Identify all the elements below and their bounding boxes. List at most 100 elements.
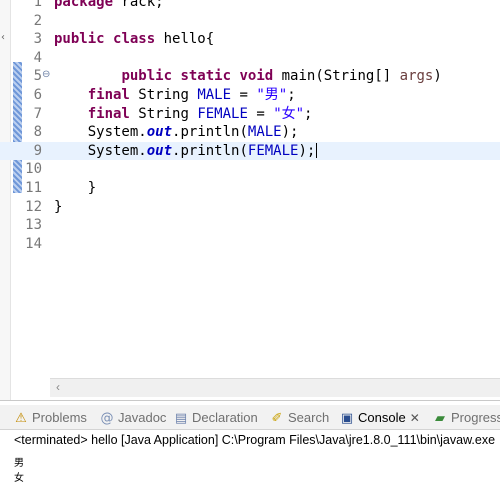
editor-horizontal-scrollbar[interactable]: ‹: [50, 378, 500, 397]
code-token: .println(: [172, 142, 248, 159]
code-token: System.: [54, 124, 147, 141]
code-token: =: [247, 105, 274, 122]
line-number: 12: [25, 198, 42, 215]
tab-label: Declaration: [192, 410, 258, 425]
code-text: }: [54, 179, 96, 198]
line-number: 13: [25, 217, 42, 234]
code-token: rack;: [121, 0, 164, 10]
line-number: 11: [25, 180, 42, 196]
code-text: public static void main(String[] args): [54, 67, 442, 86]
panel-tab-bar: ⚠ Problems @ Javadoc ▤ Declaration ✐ Search ▣ Con…: [0, 405, 500, 430]
code-token: package: [54, 0, 122, 10]
code-token: MALE: [247, 124, 282, 141]
line-number: 6: [33, 87, 42, 103]
line-number: 1: [33, 0, 42, 10]
code-line[interactable]: 12}: [0, 198, 500, 217]
tab-declaration[interactable]: ▤ Declaration: [174, 409, 258, 427]
code-token: ;: [287, 87, 296, 103]
code-text: package rack;: [54, 0, 164, 12]
code-line[interactable]: 2: [0, 12, 500, 31]
code-token: public: [54, 31, 114, 48]
fold-toggle-icon[interactable]: ⊖: [42, 66, 50, 85]
code-line[interactable]: 1 package rack;: [0, 0, 500, 12]
code-token: class: [113, 31, 164, 48]
code-token: }: [54, 198, 63, 215]
code-line[interactable]: 11 }: [0, 179, 500, 198]
tab-progress[interactable]: ▰ Progress: [433, 409, 500, 427]
code-token: "男": [256, 87, 288, 103]
code-line[interactable]: 10: [0, 160, 500, 179]
code-token: =: [231, 87, 257, 103]
line-number: 14: [25, 235, 42, 252]
code-text: System.out.println(FEMALE);: [54, 142, 318, 161]
code-token: String: [138, 105, 198, 122]
tab-problems[interactable]: ⚠ Problems: [14, 409, 87, 427]
code-line[interactable]: 5 ⊖ public static void main(String[] args…: [0, 67, 500, 86]
code-token: MALE: [197, 87, 232, 103]
scroll-left-arrow-icon[interactable]: ‹: [56, 380, 60, 394]
code-text: public class hello{: [54, 30, 214, 49]
search-icon: ✐: [271, 411, 283, 426]
code-token: }: [54, 180, 97, 196]
line-number: 8: [33, 124, 42, 141]
line-number: 5: [33, 68, 42, 85]
line-number: 9: [33, 142, 42, 159]
text-caret: [316, 143, 318, 159]
code-line[interactable]: 14: [0, 235, 500, 254]
tab-label: Problems: [32, 410, 87, 425]
console-panel: ⚠ Problems @ Javadoc ▤ Declaration ✐ Search ▣ Con…: [0, 400, 500, 493]
code-token: args: [399, 68, 434, 85]
code-text: }: [54, 198, 62, 217]
code-token: out: [146, 124, 173, 141]
code-token: FEMALE: [197, 105, 248, 122]
tab-console[interactable]: ▣ Console ✕: [340, 409, 420, 427]
problems-icon: ⚠: [15, 411, 27, 426]
line-number: 2: [33, 12, 42, 29]
tab-search[interactable]: ✐ Search: [270, 409, 330, 427]
code-token: final: [87, 105, 139, 122]
console-icon: ▣: [340, 411, 354, 426]
code-line[interactable]: 13: [0, 216, 500, 235]
progress-icon: ▰: [435, 411, 445, 426]
code-token: );: [281, 124, 299, 141]
tab-label: Console: [358, 410, 406, 425]
console-status-header: <terminated> hello [Java Application] C:…: [14, 433, 496, 447]
code-token: hello{: [163, 31, 215, 48]
code-line[interactable]: 8 System.out.println(MALE);: [0, 123, 500, 142]
declaration-icon: ▤: [174, 411, 188, 426]
code-token: public: [121, 68, 181, 85]
code-line[interactable]: 6 final String MALE = "男";: [0, 86, 500, 105]
code-text: final String MALE = "男";: [54, 86, 296, 105]
code-token: static: [180, 68, 240, 85]
code-token: String: [138, 87, 198, 103]
code-line[interactable]: 4: [0, 49, 500, 68]
code-line[interactable]: 9 System.out.println(FEMALE);: [0, 141, 500, 161]
javadoc-icon: @: [100, 411, 114, 426]
console-output-line: 女: [14, 473, 24, 484]
tab-label: Javadoc: [118, 410, 167, 425]
tab-label: Progress: [451, 410, 500, 425]
tab-javadoc[interactable]: @ Javadoc: [100, 409, 167, 427]
line-number: 3: [33, 31, 42, 48]
code-token: ;: [304, 105, 313, 122]
close-icon[interactable]: ✕: [410, 411, 420, 425]
line-number: 4: [33, 49, 42, 66]
console-output-line: 男: [14, 458, 24, 469]
code-text: System.out.println(MALE);: [54, 123, 299, 142]
line-number: 7: [33, 105, 42, 122]
code-line[interactable]: 3 public class hello{: [0, 30, 500, 49]
code-token: "女": [273, 105, 305, 122]
code-token: .println(: [172, 124, 248, 141]
code-text: final String FEMALE = "女";: [54, 105, 313, 124]
tab-label: Search: [288, 410, 330, 425]
code-token: );: [298, 142, 316, 159]
code-editor[interactable]: ‹ 1 package rack; 2 3 public class hello{4 5 ⊖…: [0, 0, 500, 400]
code-token: ): [433, 68, 442, 85]
line-number: 10: [25, 161, 42, 178]
code-token: System.: [54, 142, 147, 159]
code-line[interactable]: 7 final String FEMALE = "女";: [0, 105, 500, 124]
code-token: void: [239, 68, 282, 85]
code-token: main(String[]: [281, 68, 400, 85]
